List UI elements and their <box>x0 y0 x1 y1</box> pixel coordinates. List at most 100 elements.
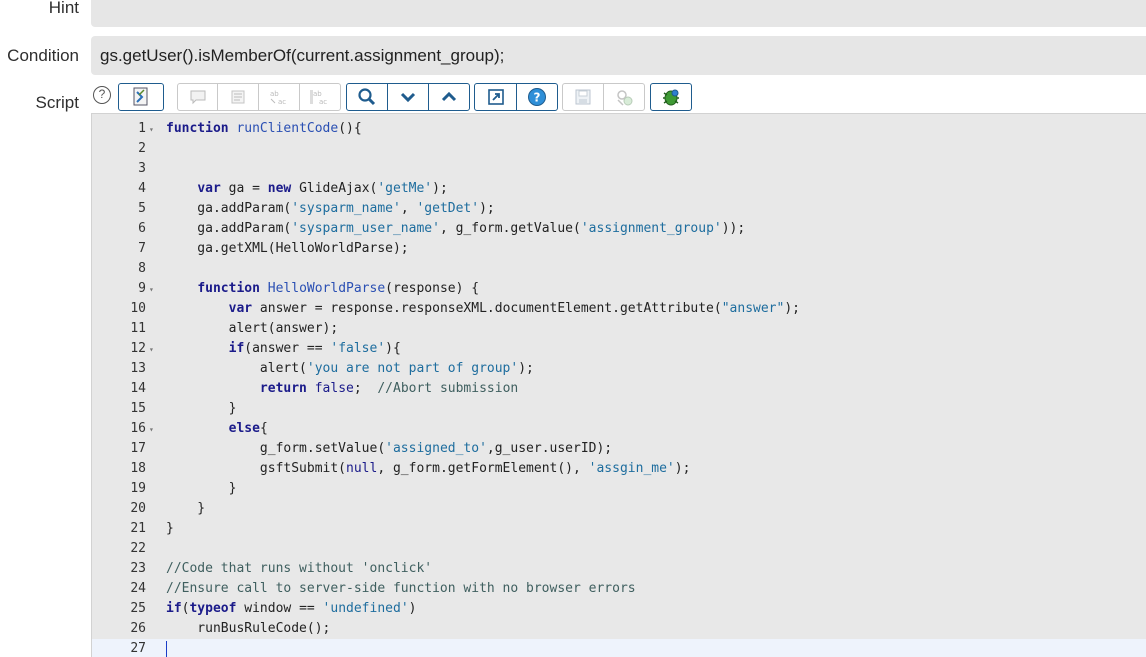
condition-field[interactable]: gs.getUser().isMemberOf(current.assignme… <box>91 36 1146 75</box>
code-text: } <box>166 521 174 536</box>
svg-text:?: ? <box>534 91 541 105</box>
line-number: 17 <box>130 441 146 456</box>
format-code-button[interactable] <box>217 83 259 111</box>
code-line[interactable]: 3 <box>92 159 1146 179</box>
search-button[interactable] <box>346 83 388 111</box>
line-number: 5 <box>138 201 146 216</box>
replace-all-button[interactable]: ab ac <box>299 83 341 111</box>
code-line[interactable]: 14 return false; //Abort submission <box>92 379 1146 399</box>
line-number: 23 <box>130 561 146 576</box>
code-line[interactable]: 23 //Code that runs without 'onclick' <box>92 559 1146 579</box>
line-number: 7 <box>138 241 146 256</box>
debug-bug-icon <box>663 89 679 106</box>
help-circle-icon: ? <box>528 88 546 106</box>
comment-button[interactable] <box>177 83 218 111</box>
field-help-icon[interactable]: ? <box>93 86 111 104</box>
code-text: //Code that runs without 'onclick' <box>166 561 433 576</box>
script-help-button[interactable]: ? <box>516 83 558 111</box>
code-line[interactable]: 6 ga.addParam('sysparm_user_name', g_for… <box>92 219 1146 239</box>
svg-text:ac: ac <box>278 98 286 106</box>
code-line[interactable]: 16 ▾ else{ <box>92 419 1146 439</box>
search-next-button[interactable] <box>387 83 429 111</box>
svg-text:ab: ab <box>270 90 279 98</box>
code-line[interactable]: 20 } <box>92 499 1146 519</box>
code-line[interactable]: 2 <box>92 139 1146 159</box>
code-line[interactable]: 17 g_form.setValue('assigned_to',g_user.… <box>92 439 1146 459</box>
code-line[interactable]: 13 alert('you are not part of group'); <box>92 359 1146 379</box>
code-line[interactable]: 27 <box>92 639 1146 657</box>
code-line[interactable]: 4 var ga = new GlideAjax('getMe'); <box>92 179 1146 199</box>
code-line[interactable]: 24 //Ensure call to server-side function … <box>92 579 1146 599</box>
script-debugger-button[interactable] <box>603 83 645 111</box>
line-number: 4 <box>138 181 146 196</box>
script-editor[interactable]: 1 ▾ function runClientCode(){2 3 4 var ga = … <box>91 113 1146 657</box>
code-line[interactable]: 19 } <box>92 479 1146 499</box>
line-number: 18 <box>130 461 146 476</box>
line-number: 24 <box>130 581 146 596</box>
line-number: 21 <box>130 521 146 536</box>
search-previous-button[interactable] <box>428 83 470 111</box>
svg-text:ac: ac <box>319 98 327 106</box>
fold-toggle-icon[interactable]: ▾ <box>149 420 154 440</box>
code-line[interactable]: 18 gsftSubmit(null, g_form.getFormElemen… <box>92 459 1146 479</box>
code-text: //Ensure call to server-side function wi… <box>166 581 636 596</box>
save-icon <box>575 89 591 105</box>
script-debugger-icon <box>617 90 633 106</box>
condition-label: Condition <box>7 46 79 65</box>
code-text: var ga = new GlideAjax('getMe'); <box>197 181 448 196</box>
code-text: ga.addParam('sysparm_name', 'getDet'); <box>166 201 495 216</box>
code-line[interactable]: 7 ga.getXML(HelloWorldParse); <box>92 239 1146 259</box>
line-number: 13 <box>130 361 146 376</box>
line-number: 14 <box>130 381 146 396</box>
code-text: } <box>166 501 206 516</box>
replace-all-icon: abac <box>310 90 327 106</box>
fold-toggle-icon[interactable]: ▾ <box>149 280 154 300</box>
line-number: 16 <box>130 421 146 436</box>
fullscreen-icon <box>487 89 504 105</box>
fullscreen-button[interactable] <box>474 83 517 111</box>
code-line[interactable]: 25 if(typeof window == 'undefined') <box>92 599 1146 619</box>
replace-icon: abac <box>270 90 286 106</box>
search-icon <box>358 88 376 106</box>
line-number: 25 <box>130 601 146 616</box>
toggle-syntax-editor-icon <box>133 87 148 106</box>
line-number: 3 <box>138 161 146 176</box>
code-line[interactable]: 11 alert(answer); <box>92 319 1146 339</box>
code-line[interactable]: 15 } <box>92 399 1146 419</box>
code-text: return false; //Abort submission <box>259 381 519 396</box>
code-line[interactable]: 10 var answer = response.responseXML.doc… <box>92 299 1146 319</box>
line-number: 10 <box>130 301 146 316</box>
fold-toggle-icon[interactable]: ▾ <box>149 120 154 140</box>
code-line[interactable]: 22 <box>92 539 1146 559</box>
code-line[interactable]: 21} <box>92 519 1146 539</box>
code-text: gsftSubmit(null, g_form.getFormElement()… <box>166 461 691 476</box>
chevron-down-icon <box>400 92 416 103</box>
line-number: 1 <box>138 121 146 136</box>
code-line[interactable]: 9 ▾ function HelloWorldParse(response) { <box>92 279 1146 299</box>
svg-text:ab: ab <box>313 90 322 98</box>
code-text: function runClientCode(){ <box>166 121 362 136</box>
code-line[interactable]: 12 ▾ if(answer == 'false'){ <box>92 339 1146 359</box>
code-text: if(answer == 'false'){ <box>228 341 401 356</box>
code-text: ga.addParam('sysparm_user_name', g_form.… <box>166 221 746 236</box>
line-number: 6 <box>138 221 146 236</box>
toggle-syntax-editor-button[interactable] <box>118 83 164 111</box>
debug-button[interactable] <box>650 83 692 111</box>
replace-button[interactable]: ab ac <box>258 83 300 111</box>
fold-toggle-icon[interactable]: ▾ <box>149 340 154 360</box>
format-code-icon <box>231 90 245 104</box>
script-label: Script <box>35 93 79 112</box>
code-line[interactable]: 26 runBusRuleCode(); <box>92 619 1146 639</box>
code-text: if(typeof window == 'undefined') <box>166 601 417 616</box>
code-text: } <box>166 401 237 416</box>
code-line[interactable]: 8 <box>92 259 1146 279</box>
condition-value: gs.getUser().isMemberOf(current.assignme… <box>100 46 505 65</box>
line-number: 26 <box>130 621 146 636</box>
code-line[interactable]: 1 ▾ function runClientCode(){ <box>92 119 1146 139</box>
line-number: 9 <box>138 281 146 296</box>
code-text: else{ <box>228 421 268 436</box>
code-line[interactable]: 5 ga.addParam('sysparm_name', 'getDet'); <box>92 199 1146 219</box>
save-button[interactable] <box>562 83 604 111</box>
hint-field[interactable] <box>91 0 1146 27</box>
line-number: 27 <box>130 641 146 656</box>
